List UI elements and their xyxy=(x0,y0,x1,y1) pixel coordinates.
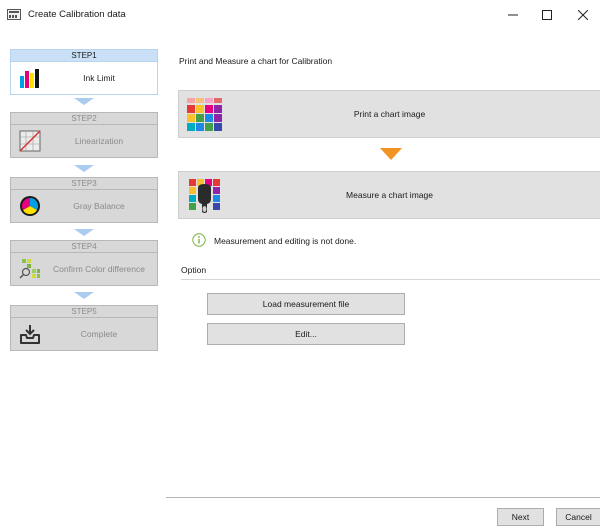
step-2-linearization: STEP2 Linearization xyxy=(10,112,158,158)
app-icon xyxy=(7,9,21,20)
maximize-icon xyxy=(542,10,552,20)
cancel-button[interactable]: Cancel xyxy=(556,508,600,526)
step-label: Gray Balance xyxy=(73,201,125,211)
step-label: Linearization xyxy=(74,136,124,146)
inbox-tray-icon xyxy=(20,325,40,344)
step-arrow xyxy=(74,292,94,299)
load-measurement-file-button[interactable]: Load measurement file xyxy=(207,293,405,315)
print-chart-label: Print a chart image xyxy=(353,109,426,119)
info-icon xyxy=(192,233,206,247)
color-patch-magnifier-icon xyxy=(19,259,40,279)
page-title: Print and Measure a chart for Calibratio… xyxy=(179,56,333,66)
step-header: STEP4 xyxy=(11,241,157,253)
step-5-complete: STEP5 Complete xyxy=(10,305,158,351)
print-chart-button[interactable]: Print a chart image xyxy=(178,90,600,138)
ink-bars-icon xyxy=(20,69,39,88)
step-header: STEP3 xyxy=(11,178,157,190)
step-arrow xyxy=(74,98,94,105)
close-icon xyxy=(578,10,588,20)
footer-divider xyxy=(166,497,600,498)
step-label: Complete xyxy=(80,329,118,339)
flow-arrow xyxy=(380,148,402,160)
window-title: Create Calibration data xyxy=(28,9,126,20)
measure-chart-label: Measure a chart image xyxy=(346,190,433,200)
step-header: STEP5 xyxy=(11,306,157,318)
minimize-icon xyxy=(508,14,518,16)
option-divider xyxy=(181,279,600,280)
option-section-title: Option xyxy=(181,265,207,275)
step-header: STEP1 xyxy=(11,50,157,62)
close-button[interactable] xyxy=(566,0,600,30)
step-arrow xyxy=(74,229,94,236)
maximize-button[interactable] xyxy=(530,0,564,30)
title-bar: Create Calibration data xyxy=(0,0,600,30)
step-4-confirm-color-difference: STEP4 Confirm Color difference xyxy=(10,240,158,286)
status-message: Measurement and editing is not done. xyxy=(214,236,357,246)
measure-chart-button[interactable]: Measure a chart image xyxy=(178,171,600,219)
next-button[interactable]: Next xyxy=(497,508,544,526)
step-arrow xyxy=(74,165,94,172)
step-3-gray-balance: STEP3 Gray Balance xyxy=(10,177,158,223)
minimize-button[interactable] xyxy=(496,0,530,30)
edit-button[interactable]: Edit... xyxy=(207,323,405,345)
linearization-graph-icon xyxy=(19,130,41,152)
color-wheel-icon xyxy=(20,196,40,216)
step-label: Ink Limit xyxy=(83,73,115,83)
step-label: Confirm Color difference xyxy=(53,264,145,274)
step-header: STEP2 xyxy=(11,113,157,125)
step-1-ink-limit[interactable]: STEP1 Ink Limit xyxy=(10,49,158,95)
